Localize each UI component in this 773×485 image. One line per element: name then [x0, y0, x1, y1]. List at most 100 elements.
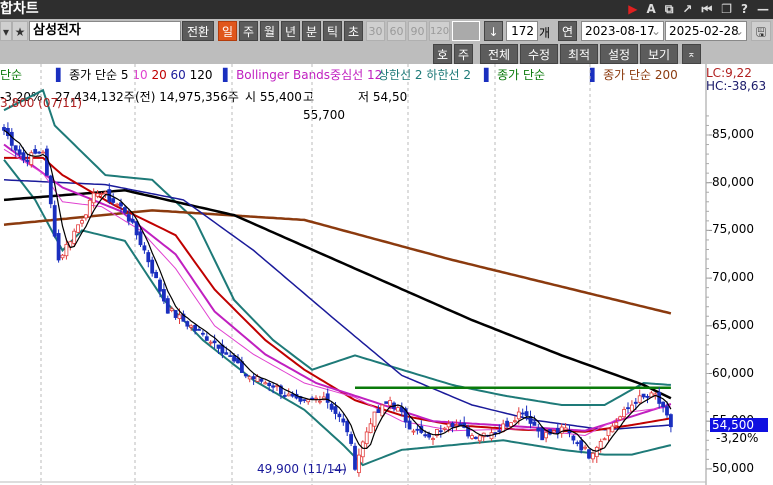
popout-icon[interactable]: ↗: [682, 0, 692, 19]
y-tick-label: 75,000: [712, 222, 754, 237]
candle-body: [138, 231, 143, 246]
collapse-icon[interactable]: ⌅: [682, 44, 701, 64]
period-week-button[interactable]: 주: [239, 21, 258, 41]
candle-body: [602, 438, 607, 441]
candle-body: [302, 399, 307, 402]
candle-body: [72, 230, 77, 244]
candle-body: [563, 427, 568, 431]
candle-body: [165, 298, 170, 314]
candle-body: [200, 332, 205, 335]
font-icon[interactable]: A: [647, 0, 656, 19]
period-year-button[interactable]: 년: [281, 21, 300, 41]
candle-body: [368, 423, 373, 434]
candle-body: [103, 191, 108, 195]
restore-icon[interactable]: ❐: [721, 0, 732, 19]
candle-body: [48, 175, 53, 205]
candle-body: [282, 395, 287, 397]
minute-120-button[interactable]: 120: [429, 21, 450, 41]
candle-body: [427, 433, 432, 438]
candle-body: [95, 193, 100, 197]
period-day-button[interactable]: 일: [218, 21, 237, 41]
candle-body: [669, 414, 673, 428]
candle-body: [411, 430, 416, 433]
candle-body: [637, 395, 642, 403]
quote-button[interactable]: 호: [433, 44, 452, 64]
candle-body: [477, 435, 482, 442]
ma120-line: [3, 189, 672, 400]
candle-body: [64, 243, 69, 257]
candle-body: [516, 411, 521, 420]
edit-button[interactable]: 수정: [520, 44, 558, 64]
arrow-down-icon[interactable]: ↓: [484, 21, 503, 41]
new-window-icon[interactable]: ⧉: [665, 0, 674, 19]
candle-body: [13, 145, 18, 151]
custom-period-input[interactable]: [452, 21, 480, 41]
candle-body: [555, 427, 560, 434]
candle-body: [349, 434, 354, 444]
candle-body: [407, 420, 412, 430]
price-chart[interactable]: [0, 64, 773, 485]
candle-body: [626, 407, 630, 410]
candle-body: [395, 407, 400, 412]
order-button[interactable]: 주: [454, 44, 473, 64]
candle-body: [232, 355, 237, 362]
play-icon[interactable]: ▶: [628, 0, 637, 19]
candle-body: [161, 289, 166, 302]
dropdown-icon[interactable]: ▾: [0, 21, 12, 41]
candle-body: [126, 214, 131, 222]
ma5-line: [3, 129, 672, 452]
title-bar: 합차트 ▶ A ⧉ ↗ ⏮ ❐ ? —: [0, 0, 773, 19]
minute-30-button[interactable]: 30: [366, 21, 385, 41]
y-tick-label: 80,000: [712, 174, 754, 189]
candle-body: [193, 325, 198, 331]
candle-body: [325, 393, 330, 403]
candle-body: [661, 401, 665, 408]
period-minute-button[interactable]: 분: [302, 21, 321, 41]
candle-body: [606, 428, 611, 437]
candle-body: [630, 404, 634, 412]
candle-body: [614, 421, 619, 426]
candle-body: [255, 376, 260, 382]
minimize-icon[interactable]: —: [757, 0, 769, 19]
candle-body: [618, 416, 623, 420]
candle-body: [341, 418, 346, 423]
count-unit-label: 개: [539, 26, 551, 40]
first-icon[interactable]: ⏮: [701, 0, 712, 19]
save-icon[interactable]: 🖫: [751, 21, 771, 41]
minute-90-button[interactable]: 90: [408, 21, 427, 41]
y-tick-label: 85,000: [712, 127, 754, 141]
convert-button[interactable]: 전환: [182, 21, 214, 41]
candle-body: [594, 446, 599, 458]
help-icon[interactable]: ?: [741, 0, 748, 19]
chevron-down-icon[interactable]: ⌄: [734, 22, 744, 40]
candle-body: [197, 328, 201, 331]
candle-body: [41, 151, 45, 154]
star-icon[interactable]: ★: [12, 21, 28, 41]
all-button[interactable]: 전체: [480, 44, 518, 64]
settings-button[interactable]: 설정: [600, 44, 638, 64]
period-tick-button[interactable]: 틱: [323, 21, 342, 41]
period-second-button[interactable]: 초: [344, 21, 363, 41]
candle-body: [665, 406, 669, 416]
candle-body: [622, 409, 626, 418]
minute-60-button[interactable]: 60: [387, 21, 406, 41]
end-date-input[interactable]: 2025-02-28 ⌄: [665, 21, 747, 41]
period-month-button[interactable]: 월: [260, 21, 279, 41]
candle-body: [356, 454, 361, 474]
stock-name-input[interactable]: 삼성전자: [29, 21, 181, 41]
view-button[interactable]: 보기: [640, 44, 678, 64]
candle-body: [247, 376, 252, 380]
continuous-button[interactable]: 연: [558, 21, 577, 41]
candle-body: [497, 430, 502, 433]
chevron-down-icon[interactable]: ⌄: [651, 22, 661, 40]
candle-body: [154, 271, 159, 279]
candle-body: [509, 422, 513, 427]
start-date-input[interactable]: 2023-08-17 ⌄: [581, 21, 664, 41]
low-annotation: 49,900 (11/14): [257, 462, 347, 476]
candle-body: [579, 440, 584, 451]
candle-body: [317, 400, 322, 403]
optimize-button[interactable]: 최적: [560, 44, 598, 64]
candle-body: [37, 151, 41, 154]
count-input[interactable]: 172: [506, 21, 538, 41]
candle-body: [177, 314, 182, 319]
